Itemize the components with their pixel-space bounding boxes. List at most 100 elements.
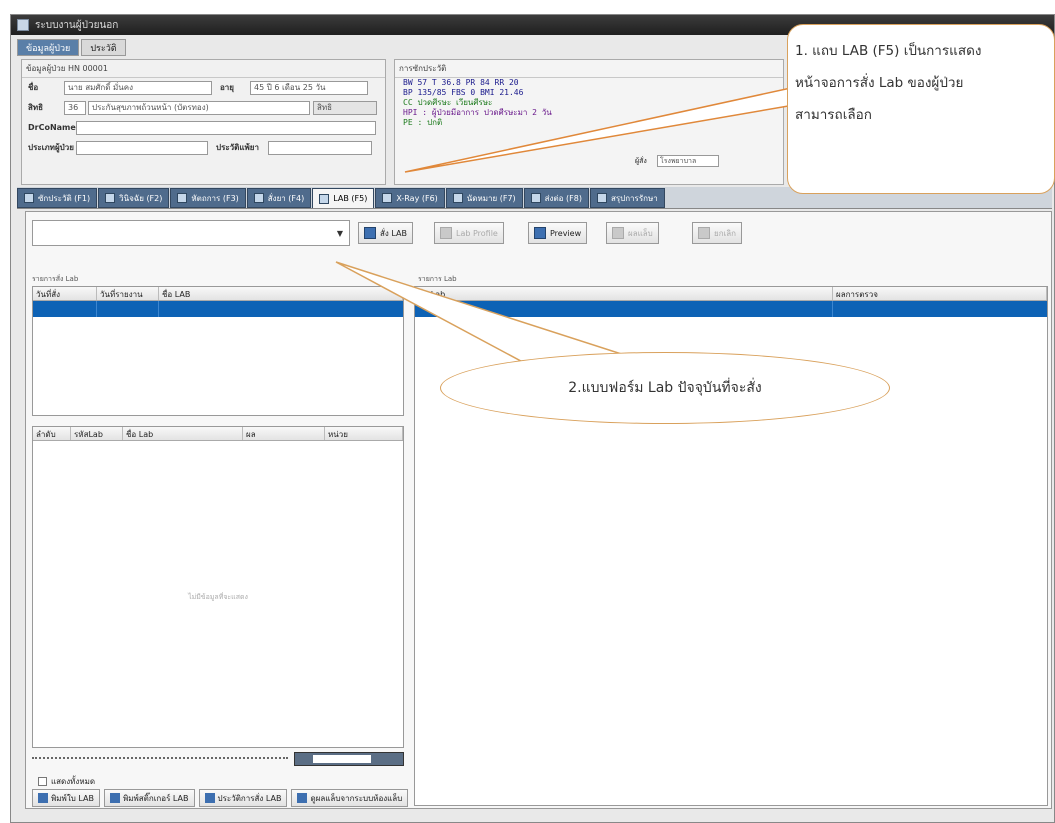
vitals-line-2: BP 135/85 FBS 0 BMI 21.46 bbox=[403, 88, 524, 97]
lab-history-button[interactable]: ประวัติการสั่ง LAB bbox=[198, 789, 288, 807]
column-header[interactable]: รหัสLab bbox=[71, 427, 123, 440]
allergy-label: ประวัติแพ้ยา bbox=[216, 143, 259, 152]
type-row: ประเภทผู้ป่วย ประวัติแพ้ยา bbox=[28, 140, 372, 155]
column-header[interactable]: ชื่อ Lab bbox=[415, 287, 833, 300]
button-label: Preview bbox=[550, 228, 582, 238]
callout-1-line-2: หน้าจอการสั่ง Lab ของผู้ป่วย bbox=[795, 75, 964, 91]
patient-type-label: ประเภทผู้ป่วย bbox=[28, 143, 74, 152]
right-name-field[interactable]: ประกันสุขภาพถ้วนหน้า (บัตรทอง) bbox=[88, 100, 310, 115]
patient-info-panel: ข้อมูลผู้ป่วย HN 00001 ชื่อ นาย สมศักดิ์… bbox=[21, 59, 386, 185]
tab-diagnosis[interactable]: วินิจฉัย (F2) bbox=[98, 188, 170, 208]
lab-result-button[interactable]: ผลแล็บ bbox=[606, 222, 659, 244]
column-header[interactable]: ลำดับ bbox=[33, 427, 71, 440]
checkbox-box[interactable] bbox=[38, 777, 47, 786]
column-header[interactable]: หน่วย bbox=[325, 427, 403, 440]
button-label: พิมพ์ใบ LAB bbox=[51, 793, 94, 803]
tab-patient-info[interactable]: ข้อมูลผู้ป่วย bbox=[17, 39, 80, 56]
clinic-label: ผู้สั่ง bbox=[635, 157, 647, 165]
vitals-line-5: PE : ปกติ bbox=[403, 118, 443, 127]
callout-1-line-1: 1. แถบ LAB (F5) เป็นการแสดง bbox=[795, 43, 982, 59]
print-sticker-button[interactable]: พิมพ์สติ๊กเกอร์ LAB bbox=[103, 789, 195, 807]
tab-icon bbox=[596, 193, 607, 203]
tab-label: ซักประวัติ (F1) bbox=[38, 193, 91, 203]
show-all-checkbox[interactable]: แสดงทั้งหมด bbox=[38, 775, 95, 788]
column-header[interactable]: ผลการตรวจ bbox=[833, 287, 1047, 300]
button-label: ยกเลิก bbox=[714, 228, 737, 238]
sticker-icon bbox=[109, 793, 120, 803]
lab-form-combo[interactable]: ▼ bbox=[32, 220, 350, 246]
add-icon bbox=[364, 227, 376, 239]
view-lab-system-button[interactable]: ดูผลแล็บจากระบบห้องแล็บ bbox=[291, 789, 409, 807]
doctor-label: DrCoName bbox=[28, 123, 76, 132]
name-field[interactable]: นาย สมศักดิ์ มั่นคง bbox=[64, 80, 212, 95]
preview-button[interactable]: Preview bbox=[528, 222, 588, 244]
clinic-field[interactable]: โรงพยาบาล bbox=[657, 155, 719, 167]
pager-dots bbox=[32, 757, 288, 761]
column-header[interactable]: วันที่รายงาน bbox=[97, 287, 159, 300]
print-lab-button[interactable]: พิมพ์ใบ LAB bbox=[32, 789, 100, 807]
tab-summary[interactable]: สรุปการรักษา bbox=[589, 188, 665, 208]
chevron-down-icon[interactable]: ▼ bbox=[337, 229, 343, 238]
button-label: Lab Profile bbox=[456, 228, 498, 238]
vitals-line-3: CC ปวดศีรษะ เวียนศีรษะ bbox=[403, 98, 493, 107]
right-code-field[interactable]: 36 bbox=[64, 100, 86, 115]
button-label: พิมพ์สติ๊กเกอร์ LAB bbox=[122, 793, 189, 803]
tab-lab[interactable]: LAB (F5) bbox=[312, 188, 375, 208]
tab-xray[interactable]: X-Ray (F6) bbox=[375, 188, 445, 208]
tab-label: วินิจฉัย (F2) bbox=[119, 193, 163, 203]
doctor-field[interactable] bbox=[76, 120, 376, 135]
vitals-text: BW 57 T 36.8 PR 84 RR 20 BP 135/85 FBS 0… bbox=[403, 78, 552, 128]
lab-item-grid[interactable]: ลำดับ รหัสLab ชื่อ Lab ผล หน่วย ไม่มีข้อ… bbox=[32, 426, 404, 748]
scroll-thumb[interactable] bbox=[313, 755, 371, 763]
checkbox-label: แสดงทั้งหมด bbox=[51, 777, 96, 786]
column-header[interactable]: ชื่อ Lab bbox=[123, 427, 243, 440]
table-row[interactable] bbox=[415, 301, 1047, 317]
history-icon bbox=[204, 793, 215, 803]
pager bbox=[32, 752, 404, 766]
column-header[interactable]: วันที่สั่ง bbox=[33, 287, 97, 300]
callout-lab-form: 2.แบบฟอร์ม Lab ปัจจุบันที่จะสั่ง bbox=[440, 352, 890, 424]
lab-list-group-label: รายการ Lab bbox=[418, 275, 457, 283]
tab-refer[interactable]: ส่งต่อ (F8) bbox=[523, 188, 589, 208]
doctor-row: DrCoName bbox=[28, 120, 376, 135]
tab-label: นัดหมาย (F7) bbox=[466, 193, 516, 203]
tab-appointment[interactable]: นัดหมาย (F7) bbox=[445, 188, 523, 208]
tab-icon bbox=[24, 193, 34, 203]
tab-drug-order[interactable]: สั่งยา (F4) bbox=[246, 188, 312, 208]
name-row: ชื่อ นาย สมศักดิ์ มั่นคง อายุ 45 ปี 6 เด… bbox=[28, 80, 368, 95]
tab-history[interactable]: ประวัติ bbox=[81, 39, 126, 56]
grid-header: วันที่สั่ง วันที่รายงาน ชื่อ LAB bbox=[33, 287, 403, 301]
tab-procedure[interactable]: หัตถการ (F3) bbox=[170, 188, 246, 208]
bottom-button-bar: พิมพ์ใบ LAB พิมพ์สติ๊กเกอร์ LAB ประวัติก… bbox=[32, 789, 412, 809]
search-icon bbox=[297, 793, 308, 803]
name-label: ชื่อ bbox=[28, 83, 39, 92]
lab-toolbar: ▼ สั่ง LAB Lab Profile Preview ผลแล็บ ยก… bbox=[32, 220, 1042, 246]
caption-strip bbox=[0, 0, 1055, 14]
pager-scrollbar[interactable] bbox=[294, 752, 404, 766]
patient-type-field[interactable] bbox=[76, 140, 208, 155]
right-button[interactable]: สิทธิ bbox=[313, 100, 377, 115]
button-label: ดูผลแล็บจากระบบห้องแล็บ bbox=[310, 793, 403, 803]
button-label: ผลแล็บ bbox=[628, 228, 653, 238]
grid-header: ลำดับ รหัสLab ชื่อ Lab ผล หน่วย bbox=[33, 427, 403, 441]
age-label: อายุ bbox=[220, 83, 234, 92]
column-header[interactable]: ผล bbox=[243, 427, 325, 440]
tab-history-taking[interactable]: ซักประวัติ (F1) bbox=[17, 188, 98, 208]
lab-panel: ▼ สั่ง LAB Lab Profile Preview ผลแล็บ ยก… bbox=[25, 211, 1052, 809]
column-header[interactable]: ชื่อ LAB bbox=[159, 287, 403, 300]
tab-label: หัตถการ (F3) bbox=[191, 193, 239, 203]
window-title: ระบบงานผู้ป่วยนอก bbox=[35, 19, 119, 31]
callout-1-line-3: สามารถเลือก bbox=[795, 107, 872, 123]
allergy-field[interactable] bbox=[268, 140, 372, 155]
tab-icon bbox=[253, 193, 264, 203]
tab-label: ส่งต่อ (F8) bbox=[544, 193, 582, 203]
cancel-button[interactable]: ยกเลิก bbox=[692, 222, 743, 244]
lab-order-grid[interactable]: วันที่สั่ง วันที่รายงาน ชื่อ LAB bbox=[32, 286, 404, 416]
table-row[interactable] bbox=[33, 301, 403, 317]
tab-label: สรุปการรักษา bbox=[610, 193, 658, 203]
order-lab-button[interactable]: สั่ง LAB bbox=[358, 222, 413, 244]
age-field[interactable]: 45 ปี 6 เดือน 25 วัน bbox=[250, 80, 368, 95]
lab-profile-button[interactable]: Lab Profile bbox=[434, 222, 504, 244]
right-row: สิทธิ 36 ประกันสุขภาพถ้วนหน้า (บัตรทอง) … bbox=[28, 100, 377, 115]
print-icon bbox=[38, 793, 48, 803]
